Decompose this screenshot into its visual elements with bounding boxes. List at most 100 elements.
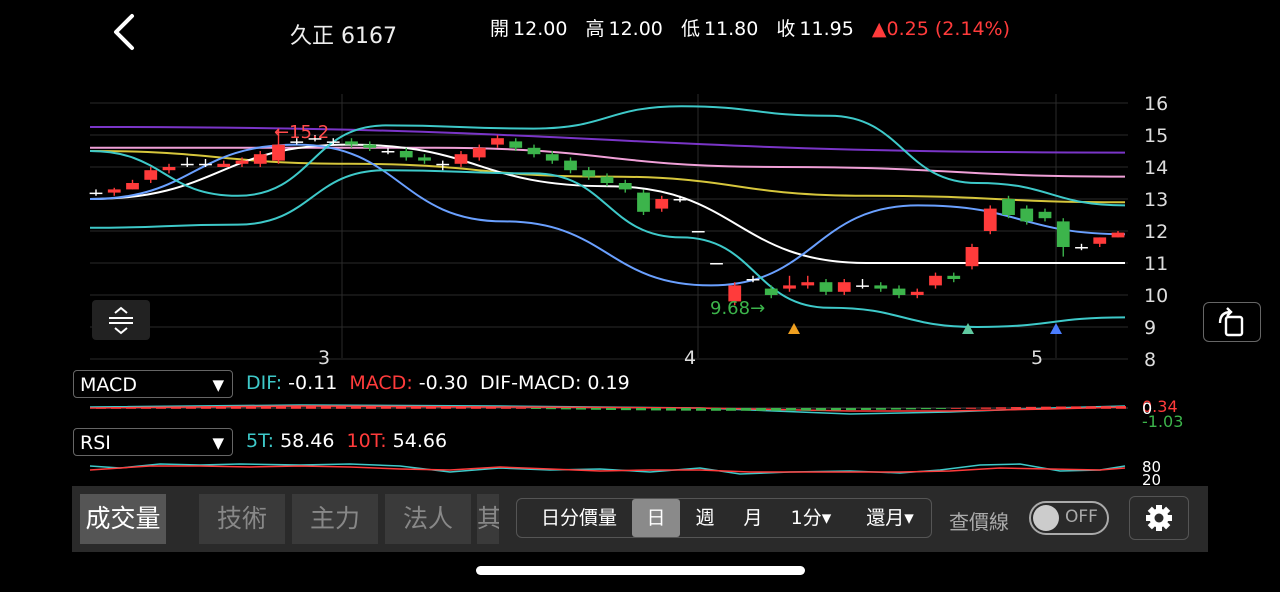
candle-body (856, 285, 869, 287)
macd-bar (606, 408, 616, 410)
macd-bar (186, 406, 196, 409)
macd-indicator-select[interactable]: MACD ▼ (73, 370, 233, 398)
candle-body (637, 192, 650, 212)
macd-bar (876, 408, 886, 410)
candle-body (545, 154, 559, 161)
candle (783, 275, 796, 292)
candle (418, 154, 431, 164)
macd-bar (111, 407, 121, 409)
rsi-axis-bottom: 20 (1142, 471, 1161, 486)
candle (107, 187, 121, 196)
candle-body (618, 183, 632, 190)
candle-body (272, 144, 285, 161)
candle-body (217, 163, 231, 167)
period-intraday[interactable]: 日分價量 (525, 499, 633, 537)
candle (1111, 231, 1125, 238)
candle-body (801, 282, 815, 286)
macd-bar (261, 406, 271, 409)
macd-bar (951, 407, 961, 409)
candle (764, 285, 778, 299)
stock-title: 久正 6167 (290, 18, 397, 50)
macd-label: MACD: (349, 372, 413, 394)
candle (947, 272, 961, 283)
macd-bar (156, 407, 166, 409)
macd-chart[interactable]: 0.34 0 -1.03 (0, 398, 1280, 430)
macd-value: -0.30 (418, 372, 468, 394)
macd-bar (441, 406, 451, 409)
moving-average-lines (89, 105, 1126, 329)
tab-institutional[interactable]: 法人 (385, 494, 471, 544)
date-tick-label: 3 (318, 347, 330, 369)
settings-button[interactable] (1129, 496, 1189, 540)
home-indicator (476, 566, 805, 575)
dif-label: DIF: (246, 372, 283, 394)
candle (1056, 218, 1070, 257)
tab-more[interactable]: 其 (477, 494, 499, 544)
osc-value: 0.19 (587, 372, 630, 394)
candle-body (710, 263, 723, 265)
rsi-chart[interactable]: 80 20 (0, 456, 1280, 486)
macd-bar (96, 408, 106, 409)
candle-body (892, 288, 906, 295)
price-chart[interactable]: 16 15 14 13 12 11 10 9 8 3 4 5 ←15.2 9.68→ (0, 88, 1280, 370)
candle-body (235, 160, 249, 164)
candle (1093, 237, 1107, 247)
open-value: 12.00 (513, 18, 568, 40)
macd-bar (276, 406, 286, 409)
candles (89, 128, 1125, 306)
stock-name: 久正 (290, 24, 335, 49)
macd-bar (636, 408, 646, 411)
macd-bar (1056, 406, 1066, 409)
candle (892, 285, 906, 299)
candle-body (673, 199, 687, 201)
chart-grid (90, 94, 1128, 360)
macd-bar (546, 408, 556, 410)
candle-body (819, 282, 833, 292)
candle-body (910, 291, 924, 295)
price-line-toggle[interactable]: OFF (1029, 501, 1109, 535)
macd-bar (321, 406, 331, 409)
macd-select-label: MACD (80, 374, 137, 396)
tab-volume[interactable]: 成交量 (80, 494, 166, 544)
tab-technical[interactable]: 技術 (199, 494, 285, 544)
candle-body (253, 154, 267, 164)
macd-bar (1101, 406, 1111, 409)
tab-major-force[interactable]: 主力 (292, 494, 378, 544)
macd-bar (831, 408, 841, 411)
signal-markers (95, 323, 1062, 334)
rsi-10t-value: 54.66 (392, 430, 448, 452)
period-day[interactable]: 日 (632, 499, 680, 537)
candle (399, 147, 413, 161)
macd-bar (366, 406, 376, 409)
zoom-toggle-button[interactable] (92, 300, 150, 340)
date-tick-label: 5 (1031, 347, 1043, 369)
macd-bar (1116, 406, 1126, 409)
candle (691, 231, 705, 233)
macd-bar (246, 406, 256, 409)
candle-body (1111, 232, 1125, 238)
macd-bar (231, 406, 241, 409)
dropdown-triangle-icon: ▼ (212, 376, 224, 394)
candle-body (965, 247, 979, 267)
candle (454, 151, 468, 167)
period-week[interactable]: 週 (685, 499, 725, 537)
macd-bar (1086, 406, 1096, 409)
macd-bar (396, 406, 406, 409)
candle (837, 279, 851, 295)
rotate-screen-button[interactable] (1203, 302, 1261, 342)
macd-bar (531, 408, 541, 409)
candle (491, 135, 504, 148)
macd-bar (651, 408, 661, 411)
period-month[interactable]: 月 (733, 499, 773, 537)
low-label: 低 (680, 18, 700, 40)
macd-bar (336, 406, 346, 409)
back-arrow-icon[interactable] (108, 12, 142, 52)
candle-body (509, 141, 523, 148)
price-tick-label: 8 (1144, 349, 1156, 370)
period-minute-select[interactable]: 1分▾ (779, 499, 843, 537)
rsi-indicator-select[interactable]: RSI ▼ (73, 428, 233, 456)
candle (472, 144, 486, 161)
restore-select[interactable]: 還月▾ (853, 499, 927, 537)
stock-code: 6167 (341, 24, 398, 49)
macd-bar (126, 407, 136, 409)
